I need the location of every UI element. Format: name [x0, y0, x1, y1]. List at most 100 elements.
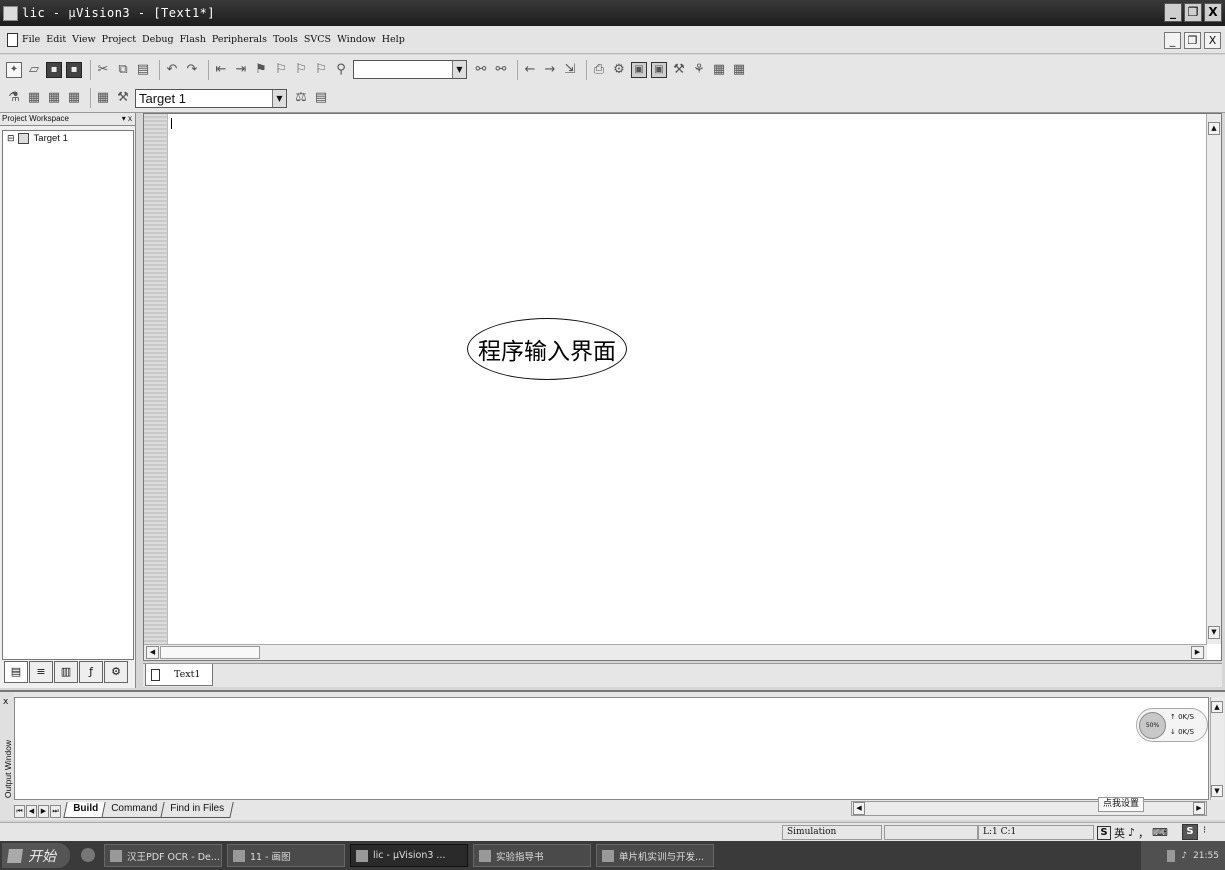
start-button[interactable]: 开始: [2, 843, 70, 868]
bookmark-toggle-icon[interactable]: ⚑: [253, 62, 269, 78]
menu-project[interactable]: Project: [102, 34, 136, 45]
next-tab-icon[interactable]: ▶: [38, 805, 49, 818]
undo-icon[interactable]: ↶: [164, 62, 180, 78]
rebuild-all-icon[interactable]: ▦: [46, 90, 62, 106]
scroll-up-icon[interactable]: ▲: [1208, 122, 1220, 135]
close-button[interactable]: X: [1204, 3, 1222, 22]
quick-launch-icon[interactable]: [81, 848, 95, 862]
tree-item-target[interactable]: ⊟ Target 1: [7, 133, 133, 144]
tab-books[interactable]: ▥: [54, 661, 78, 683]
tab-templates[interactable]: ⚙: [104, 661, 128, 683]
tab-find-in-files[interactable]: Find in Files: [160, 802, 234, 818]
ime-menu-icon[interactable]: ⁝: [1203, 825, 1206, 836]
scroll-up-icon[interactable]: ▲: [1211, 701, 1223, 713]
find-icon[interactable]: ⚯: [473, 62, 489, 78]
manage-components-icon[interactable]: ▤: [313, 90, 329, 106]
chevron-down-icon[interactable]: ▼: [452, 61, 466, 78]
editor-horizontal-scrollbar[interactable]: ◀ ▶: [144, 644, 1207, 660]
taskbar-item-uvision[interactable]: lic - µVision3 ...: [350, 844, 468, 867]
find-combo[interactable]: ▼: [353, 60, 467, 79]
tab-files[interactable]: ▤: [4, 661, 28, 683]
taskbar-item-ocr[interactable]: 汉王PDF OCR - De...: [104, 844, 222, 867]
replace-icon[interactable]: ⚯: [493, 62, 509, 78]
menu-edit[interactable]: Edit: [46, 34, 66, 45]
save-icon[interactable]: ▪: [46, 61, 62, 78]
scroll-down-icon[interactable]: ▼: [1211, 785, 1223, 797]
clock[interactable]: 21:55: [1193, 851, 1219, 861]
sogou-ime-icon[interactable]: S: [1097, 825, 1111, 840]
workspace-toggle-icon[interactable]: ▣: [631, 61, 647, 78]
output-text-area[interactable]: [14, 697, 1209, 800]
copy-icon[interactable]: ⧉: [115, 62, 131, 78]
save-all-icon[interactable]: ▪: [66, 61, 82, 78]
scroll-right-icon[interactable]: ▶: [1191, 646, 1204, 659]
scroll-right-icon[interactable]: ▶: [1193, 802, 1205, 815]
tray-device-icon[interactable]: [1167, 849, 1176, 862]
menu-flash[interactable]: Flash: [180, 34, 206, 45]
taskbar-item-word[interactable]: 单片机实训与开发...: [596, 844, 714, 867]
serial-window-icon[interactable]: ▦: [731, 62, 747, 78]
back-arrow-icon[interactable]: ←: [522, 62, 538, 78]
menu-svcs[interactable]: SVCS: [304, 34, 331, 45]
restore-button[interactable]: ❐: [1184, 3, 1202, 22]
menu-file[interactable]: File: [22, 34, 40, 45]
chevron-down-icon[interactable]: ▼: [272, 89, 286, 107]
bookmark-clear-icon[interactable]: ⚐: [313, 62, 329, 78]
code-editor[interactable]: [169, 114, 1207, 644]
scroll-thumb[interactable]: [160, 646, 260, 659]
redo-icon[interactable]: ↷: [184, 62, 200, 78]
tab-text1[interactable]: Text1: [145, 664, 213, 686]
ime-moon-icon[interactable]: ♪: [1128, 826, 1135, 839]
first-tab-icon[interactable]: ⏮: [14, 805, 25, 818]
menu-window[interactable]: Window: [337, 34, 376, 45]
taskbar-item-folder[interactable]: 实验指导书: [473, 844, 591, 867]
ime-language-toggle[interactable]: 英: [1114, 825, 1125, 841]
menu-view[interactable]: View: [72, 34, 96, 45]
menu-debug[interactable]: Debug: [142, 34, 174, 45]
tray-volume-icon[interactable]: ♪: [1181, 851, 1187, 861]
last-tab-icon[interactable]: ⏭: [50, 805, 61, 818]
menu-tools[interactable]: Tools: [273, 34, 298, 45]
ime-punctuation-toggle[interactable]: ，: [1138, 825, 1149, 841]
sogou-icon[interactable]: S: [1182, 824, 1198, 840]
configure-icon[interactable]: ⚒: [671, 62, 687, 78]
taskbar-item-paint[interactable]: 11 - 画图: [227, 844, 345, 867]
prev-tab-icon[interactable]: ◀: [26, 805, 37, 818]
source-browser-icon[interactable]: ⚘: [691, 62, 707, 78]
scroll-left-icon[interactable]: ◀: [853, 802, 865, 815]
bookmark-next-icon[interactable]: ⚐: [293, 62, 309, 78]
goto-icon[interactable]: ⇲: [562, 62, 578, 78]
editor-vertical-scrollbar[interactable]: ▲ ▼: [1206, 114, 1221, 644]
cut-icon[interactable]: ✂: [95, 62, 111, 78]
menu-peripherals[interactable]: Peripherals: [212, 34, 267, 45]
indent-icon[interactable]: ⇤: [213, 62, 229, 78]
collapse-icon[interactable]: ⊟: [7, 134, 15, 144]
new-file-icon[interactable]: ✦: [6, 61, 22, 78]
doc-minimize-button[interactable]: _: [1164, 32, 1181, 49]
close-output-button[interactable]: x: [3, 697, 8, 707]
tab-functions[interactable]: ƒ: [79, 661, 103, 683]
open-file-icon[interactable]: ▱: [26, 62, 42, 78]
paste-icon[interactable]: ▤: [135, 62, 151, 78]
bookmark-prev-icon[interactable]: ⚐: [273, 62, 289, 78]
document-icon[interactable]: [7, 32, 18, 47]
translate-icon[interactable]: ⚗: [6, 90, 22, 106]
memory-window-icon[interactable]: ▦: [711, 62, 727, 78]
output-vertical-scrollbar[interactable]: ▲ ▼: [1210, 697, 1224, 800]
app-icon[interactable]: [3, 5, 18, 21]
doc-close-button[interactable]: X: [1204, 32, 1221, 49]
network-speed-widget[interactable]: 50% ↑ 0K/S ↓ 0K/S: [1136, 708, 1208, 742]
target-options-icon[interactable]: ⚒: [115, 90, 131, 106]
build-target-icon[interactable]: ▦: [26, 90, 42, 106]
menu-help[interactable]: Help: [382, 34, 405, 45]
print-icon[interactable]: ⎙: [591, 62, 607, 78]
scroll-left-icon[interactable]: ◀: [146, 646, 159, 659]
tab-registers[interactable]: ≡: [29, 661, 53, 683]
file-extensions-icon[interactable]: ⚖: [293, 90, 309, 106]
stop-build-icon[interactable]: ▦: [66, 90, 82, 106]
find-in-files-icon[interactable]: ⚲: [333, 62, 349, 78]
download-icon[interactable]: ▦: [95, 90, 111, 106]
ime-settings-tooltip[interactable]: 点我设置: [1098, 797, 1144, 812]
minimize-button[interactable]: _: [1164, 3, 1182, 22]
output-horizontal-scrollbar[interactable]: ◀ ▶: [851, 801, 1207, 816]
